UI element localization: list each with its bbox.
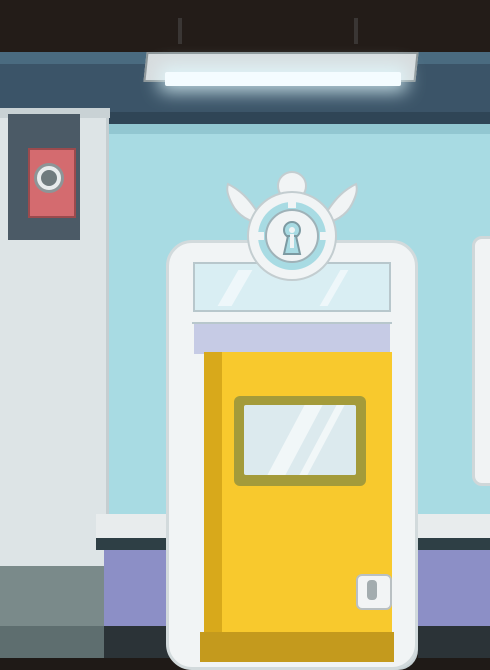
winged-key-emblem-icon: [226, 171, 358, 281]
lamp-wire-left: [178, 18, 182, 44]
socket-knob-center: [41, 170, 57, 186]
door-lintel: [192, 312, 392, 324]
wainscot-panel-left: [104, 550, 170, 626]
ceiling: [0, 0, 490, 55]
chair-rail-left: [96, 514, 170, 541]
wainscot-panel-right: [418, 550, 490, 626]
lamp-light: [165, 72, 401, 86]
door-shadow: [204, 352, 222, 662]
baseboard-left: [104, 626, 170, 658]
pillar-foot: [0, 626, 104, 658]
lamp-wire-right: [354, 18, 358, 44]
door-handle-slot: [367, 580, 377, 600]
baseboard-right: [418, 626, 490, 658]
chair-rail-shadow-left: [96, 538, 170, 550]
neighbor-door-frame: [472, 236, 490, 486]
wall-shadow: [104, 124, 490, 134]
chair-rail-shadow-right: [416, 538, 490, 550]
pillar-base: [0, 566, 104, 628]
door-header-band: [194, 324, 390, 354]
chair-rail-right: [416, 514, 490, 541]
